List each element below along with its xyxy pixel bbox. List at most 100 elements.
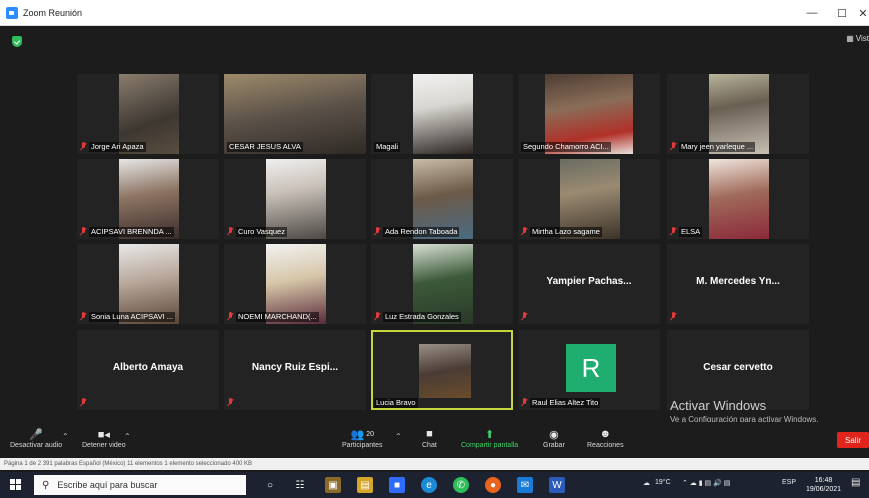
avatar: R: [566, 344, 616, 392]
record-icon: ◉: [549, 428, 559, 441]
cortana-icon[interactable]: ○: [262, 477, 278, 493]
view-button[interactable]: ▦ Vist: [846, 34, 869, 43]
zoom-app-icon[interactable]: ■: [389, 477, 405, 493]
participant-video: [709, 159, 769, 239]
mic-muted-icon: [670, 227, 677, 236]
windows-start-icon[interactable]: [10, 479, 22, 491]
participant-tile[interactable]: Ada Rendon Taboada: [371, 159, 513, 239]
video-options-chevron-icon[interactable]: ⌃: [124, 432, 131, 441]
participants-label: Participantes: [342, 442, 383, 449]
reactions-emoji-icon: ☻: [599, 428, 612, 440]
window-titlebar: Zoom Reunión — ☐ ✕: [0, 0, 869, 26]
task-view-icon[interactable]: ☷: [292, 477, 308, 493]
chat-button[interactable]: ■ Chat: [422, 426, 437, 449]
mic-muted-icon: [80, 227, 87, 236]
participant-tile[interactable]: Jorge Ari Apaza: [77, 74, 219, 154]
participants-options-chevron-icon[interactable]: ⌃: [395, 432, 402, 441]
participant-video: [419, 344, 471, 398]
mic-muted-icon: [80, 142, 87, 151]
mic-muted-icon: [227, 227, 234, 236]
participant-name: Alberto Amaya: [112, 362, 184, 373]
participant-name: Segundo Chamorro ACI...: [521, 142, 611, 152]
participant-tile[interactable]: ELSA: [667, 159, 809, 239]
word-icon[interactable]: W: [549, 477, 565, 493]
participant-tile[interactable]: Mary jeen yarleque ...: [667, 74, 809, 154]
close-button[interactable]: ✕: [857, 0, 869, 26]
participant-tile[interactable]: Yampier Pachas...: [518, 244, 660, 324]
search-icon: ⚲: [42, 479, 50, 491]
weather-temperature[interactable]: 19°C: [655, 479, 671, 486]
minimize-button[interactable]: —: [797, 0, 827, 26]
mic-muted-icon: [521, 398, 528, 407]
participant-name: NOEMI MARCHAND(...: [236, 312, 319, 322]
participants-button[interactable]: 👥 20 Participantes: [342, 426, 383, 450]
participant-tile[interactable]: Luz Estrada Gonzales: [371, 244, 513, 324]
participant-name: Sonia Luna ACIPSAVI ...: [89, 312, 175, 322]
participant-tile[interactable]: ACIPSAVI BRENNDA ...: [77, 159, 219, 239]
participant-tile[interactable]: Segundo Chamorro ACI...: [518, 74, 660, 154]
meeting-area: ▦ Vist Jorge Ari Apaza CESAR JESUS ALVA …: [0, 26, 869, 430]
participant-tile[interactable]: Sonia Luna ACIPSAVI ...: [77, 244, 219, 324]
meeting-toolbar: 🎤 Desactivar audio ⌃ ■◂ Detener video ⌃ …: [0, 422, 869, 460]
reactions-button[interactable]: ☻ Reacciones: [587, 426, 624, 449]
participants-count: 20: [366, 430, 374, 438]
participant-tile[interactable]: NOEMI MARCHAND(...: [224, 244, 366, 324]
taskbar-search-box[interactable]: ⚲ Escribe aquí para buscar: [34, 475, 246, 495]
participant-tile[interactable]: R Raul Elias Altez Tito: [518, 330, 660, 410]
audio-options-chevron-icon[interactable]: ⌃: [62, 432, 69, 441]
record-label: Grabar: [543, 442, 565, 449]
clock-time: 16:48: [814, 477, 833, 484]
whatsapp-icon[interactable]: ✆: [453, 477, 469, 493]
participant-tile[interactable]: M. Mercedes Yn...: [667, 244, 809, 324]
view-button-label: Vist: [855, 34, 869, 43]
window-title: Zoom Reunión: [23, 7, 83, 18]
mic-muted-icon: [80, 312, 87, 321]
participant-tile[interactable]: Magali: [371, 74, 513, 154]
taskbar-clock[interactable]: 16:48 19/06/2021: [806, 476, 841, 494]
participant-name: Ada Rendon Taboada: [383, 227, 460, 237]
video-camera-icon: ■◂: [97, 428, 110, 441]
mic-muted-icon: [521, 227, 528, 236]
watermark-title: Activar Windows: [670, 398, 767, 413]
active-speaker-tile[interactable]: Lucia Bravo: [371, 330, 513, 410]
clock-date: 19/06/2021: [806, 486, 842, 493]
participant-name: Cesar cervetto: [703, 362, 773, 373]
edge-browser-icon[interactable]: e: [421, 477, 437, 493]
system-tray-icons[interactable]: ⌃ ☁ ▮ ▤ 🔊 ▤: [682, 479, 730, 487]
gallery-grid: Jorge Ari Apaza CESAR JESUS ALVA Magali …: [77, 74, 813, 412]
participant-name: ACIPSAVI BRENNDA ...: [89, 227, 174, 237]
participant-tile[interactable]: Nancy Ruiz Espi...: [224, 330, 366, 410]
search-placeholder: Escribe aquí para buscar: [57, 480, 158, 490]
mic-muted-icon: [670, 142, 677, 151]
record-button[interactable]: ◉ Grabar: [543, 426, 565, 450]
mute-audio-label: Desactivar audio: [10, 442, 63, 449]
participant-tile[interactable]: Curo Vasquez: [224, 159, 366, 239]
store-icon[interactable]: ▣: [325, 477, 341, 493]
participant-name: ELSA: [679, 227, 703, 237]
participant-name: Lucia Bravo: [374, 398, 418, 408]
stop-video-button[interactable]: ■◂ Detener video: [82, 426, 126, 450]
weather-icon[interactable]: ☁: [643, 479, 650, 487]
leave-meeting-button[interactable]: Salir: [837, 432, 869, 448]
zoom-logo-icon: [6, 6, 18, 19]
file-explorer-icon[interactable]: ▤: [357, 477, 373, 493]
participant-tile[interactable]: Alberto Amaya: [77, 330, 219, 410]
participant-tile[interactable]: Mirtha Lazo sagame: [518, 159, 660, 239]
mic-muted-icon: [227, 312, 234, 321]
share-screen-label: Compartir pantalla: [461, 442, 519, 449]
participant-tile[interactable]: CESAR JESUS ALVA: [224, 74, 366, 154]
chat-label: Chat: [422, 442, 437, 449]
participant-name: Raul Elias Altez Tito: [530, 398, 601, 408]
firefox-icon[interactable]: ●: [485, 477, 501, 493]
mute-audio-button[interactable]: 🎤 Desactivar audio: [10, 426, 63, 450]
notifications-icon[interactable]: ▤: [851, 477, 860, 488]
share-screen-button[interactable]: ⬆ Compartir pantalla: [461, 426, 519, 450]
chat-bubble-icon: ■: [426, 428, 433, 440]
participants-icon: 👥 20: [350, 428, 374, 441]
mail-icon[interactable]: ✉: [517, 477, 533, 493]
background-window-status-bar: Página 1 de 2 391 palabras Español (Méxi…: [0, 458, 869, 470]
grid-view-icon: ▦: [846, 34, 854, 43]
input-language[interactable]: ESP: [782, 479, 796, 486]
security-shield-icon[interactable]: [12, 36, 22, 47]
maximize-button[interactable]: ☐: [827, 0, 857, 26]
